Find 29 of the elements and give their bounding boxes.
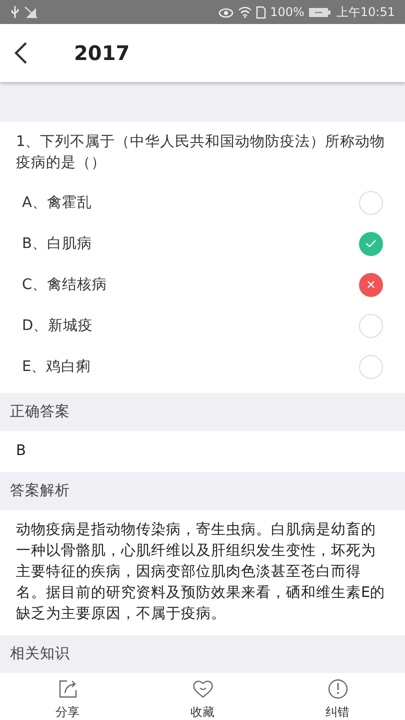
option-label: E、鸡白痢 bbox=[22, 358, 92, 376]
question-text: 1、下列不属于（中华人民共和国动物防疫法）所称动物疫病的是（） bbox=[16, 133, 386, 173]
section-text: 动物疫病是指动物传染病，寄生虫病。白肌病是幼畜的一种以骨骼肌，心肌纤维以及肝组织发生变性，坏死为主要特征的疾病，因病变部位肌肉色淡甚至苍白而得名。据目前的研究资料及预防效果来看，硒和维生素E的缺乏为主要原因，不属于疫病。 bbox=[15, 520, 386, 624]
option-label: D、新城疫 bbox=[22, 316, 94, 335]
section-text: B bbox=[15, 442, 27, 461]
no-signal-icon bbox=[24, 5, 38, 19]
section-header: 答案解析 bbox=[0, 472, 405, 510]
share-icon bbox=[56, 678, 78, 700]
back-icon bbox=[14, 41, 28, 65]
page-title: 2017 bbox=[74, 41, 130, 65]
battery-percent: 100% bbox=[270, 5, 304, 19]
option-label: B、白肌病 bbox=[22, 235, 92, 253]
exclamation-circle-icon bbox=[326, 678, 348, 700]
wifi-icon bbox=[238, 6, 252, 18]
clock: 上午10:51 bbox=[336, 4, 395, 20]
option-row[interactable]: A、禽霍乱 bbox=[16, 182, 389, 223]
option-label: C、禽结核病 bbox=[22, 276, 108, 294]
heart-icon bbox=[192, 678, 214, 700]
eye-icon bbox=[218, 6, 234, 18]
section-header: 正确答案 bbox=[0, 393, 405, 431]
sim-card-icon bbox=[256, 6, 266, 18]
option-row[interactable]: D、新城疫 bbox=[16, 305, 389, 346]
option-row[interactable]: C、禽结核病 bbox=[16, 264, 389, 305]
battery-icon bbox=[308, 6, 332, 18]
usb-icon bbox=[10, 5, 20, 19]
option-row[interactable]: E、鸡白痢 bbox=[16, 346, 389, 387]
option-label: A、禽霍乱 bbox=[22, 194, 92, 212]
option-row[interactable]: B、白肌病 bbox=[16, 223, 389, 264]
section-header: 相关知识 bbox=[0, 635, 405, 673]
